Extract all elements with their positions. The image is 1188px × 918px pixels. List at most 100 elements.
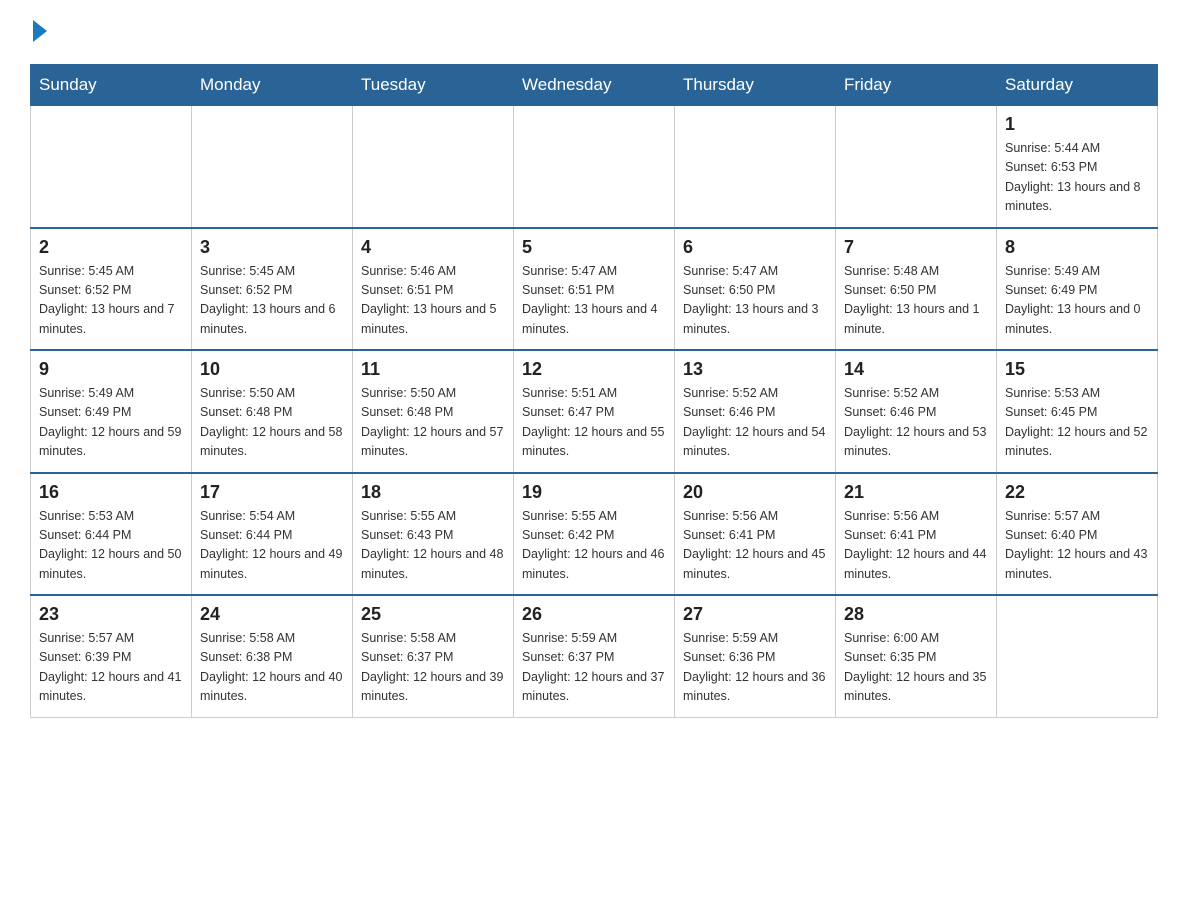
calendar-cell <box>836 106 997 228</box>
day-number: 8 <box>1005 237 1149 258</box>
calendar-week-row-5: 23 Sunrise: 5:57 AMSunset: 6:39 PMDayligh… <box>31 595 1158 717</box>
calendar-cell: 7Sunrise: 5:48 AMSunset: 6:50 PMDaylight… <box>836 228 997 351</box>
calendar-cell: 26 Sunrise: 5:59 AMSunset: 6:37 PMDayligh… <box>514 595 675 717</box>
day-number: 28 <box>844 604 988 625</box>
calendar-cell: 28 Sunrise: 6:00 AMSunset: 6:35 PMDayligh… <box>836 595 997 717</box>
day-info: Sunrise: 5:52 AMSunset: 6:46 PMDaylight:… <box>844 384 988 462</box>
day-info: Sunrise: 5:50 AMSunset: 6:48 PMDaylight:… <box>200 384 344 462</box>
calendar-week-row-4: 16 Sunrise: 5:53 AMSunset: 6:44 PMDayligh… <box>31 473 1158 596</box>
calendar-cell: 4 Sunrise: 5:46 AMSunset: 6:51 PMDaylight… <box>353 228 514 351</box>
day-info: Sunrise: 5:44 AMSunset: 6:53 PMDaylight:… <box>1005 139 1149 217</box>
day-info: Sunrise: 5:45 AMSunset: 6:52 PMDaylight:… <box>39 262 183 340</box>
calendar-cell: 20Sunrise: 5:56 AMSunset: 6:41 PMDayligh… <box>675 473 836 596</box>
day-info: Sunrise: 5:47 AMSunset: 6:51 PMDaylight:… <box>522 262 666 340</box>
day-info: Sunrise: 6:00 AMSunset: 6:35 PMDaylight:… <box>844 629 988 707</box>
page-header <box>30 20 1158 44</box>
calendar-cell: 9 Sunrise: 5:49 AMSunset: 6:49 PMDaylight… <box>31 350 192 473</box>
day-number: 21 <box>844 482 988 503</box>
day-number: 17 <box>200 482 344 503</box>
day-info: Sunrise: 5:53 AMSunset: 6:44 PMDaylight:… <box>39 507 183 585</box>
day-number: 27 <box>683 604 827 625</box>
calendar-cell: 11 Sunrise: 5:50 AMSunset: 6:48 PMDayligh… <box>353 350 514 473</box>
calendar-cell: 17 Sunrise: 5:54 AMSunset: 6:44 PMDayligh… <box>192 473 353 596</box>
day-info: Sunrise: 5:46 AMSunset: 6:51 PMDaylight:… <box>361 262 505 340</box>
calendar-cell: 5 Sunrise: 5:47 AMSunset: 6:51 PMDaylight… <box>514 228 675 351</box>
calendar-cell: 15 Sunrise: 5:53 AMSunset: 6:45 PMDayligh… <box>997 350 1158 473</box>
calendar-week-row-3: 9 Sunrise: 5:49 AMSunset: 6:49 PMDaylight… <box>31 350 1158 473</box>
calendar-cell: 3 Sunrise: 5:45 AMSunset: 6:52 PMDaylight… <box>192 228 353 351</box>
calendar-header-saturday: Saturday <box>997 65 1158 106</box>
day-number: 26 <box>522 604 666 625</box>
calendar-cell: 6 Sunrise: 5:47 AMSunset: 6:50 PMDaylight… <box>675 228 836 351</box>
calendar-week-row-2: 2 Sunrise: 5:45 AMSunset: 6:52 PMDaylight… <box>31 228 1158 351</box>
day-info: Sunrise: 5:48 AMSunset: 6:50 PMDaylight:… <box>844 262 988 340</box>
day-info: Sunrise: 5:54 AMSunset: 6:44 PMDaylight:… <box>200 507 344 585</box>
calendar-cell: 2 Sunrise: 5:45 AMSunset: 6:52 PMDaylight… <box>31 228 192 351</box>
logo-chevron-icon <box>33 20 47 42</box>
day-info: Sunrise: 5:51 AMSunset: 6:47 PMDaylight:… <box>522 384 666 462</box>
day-number: 10 <box>200 359 344 380</box>
day-info: Sunrise: 5:58 AMSunset: 6:37 PMDaylight:… <box>361 629 505 707</box>
day-info: Sunrise: 5:57 AMSunset: 6:40 PMDaylight:… <box>1005 507 1149 585</box>
calendar-header-friday: Friday <box>836 65 997 106</box>
day-number: 18 <box>361 482 505 503</box>
day-info: Sunrise: 5:52 AMSunset: 6:46 PMDaylight:… <box>683 384 827 462</box>
day-info: Sunrise: 5:56 AMSunset: 6:41 PMDaylight:… <box>683 507 827 585</box>
day-number: 24 <box>200 604 344 625</box>
calendar-cell: 1 Sunrise: 5:44 AMSunset: 6:53 PMDaylight… <box>997 106 1158 228</box>
calendar-cell <box>997 595 1158 717</box>
day-info: Sunrise: 5:57 AMSunset: 6:39 PMDaylight:… <box>39 629 183 707</box>
calendar-cell: 23 Sunrise: 5:57 AMSunset: 6:39 PMDayligh… <box>31 595 192 717</box>
calendar-cell: 10 Sunrise: 5:50 AMSunset: 6:48 PMDayligh… <box>192 350 353 473</box>
day-info: Sunrise: 5:53 AMSunset: 6:45 PMDaylight:… <box>1005 384 1149 462</box>
day-number: 13 <box>683 359 827 380</box>
day-number: 9 <box>39 359 183 380</box>
day-info: Sunrise: 5:59 AMSunset: 6:37 PMDaylight:… <box>522 629 666 707</box>
day-number: 23 <box>39 604 183 625</box>
day-number: 3 <box>200 237 344 258</box>
calendar-cell: 24 Sunrise: 5:58 AMSunset: 6:38 PMDayligh… <box>192 595 353 717</box>
calendar-cell: 27 Sunrise: 5:59 AMSunset: 6:36 PMDayligh… <box>675 595 836 717</box>
day-number: 12 <box>522 359 666 380</box>
day-number: 15 <box>1005 359 1149 380</box>
calendar-cell: 18 Sunrise: 5:55 AMSunset: 6:43 PMDayligh… <box>353 473 514 596</box>
calendar-cell: 12 Sunrise: 5:51 AMSunset: 6:47 PMDayligh… <box>514 350 675 473</box>
calendar-cell: 13 Sunrise: 5:52 AMSunset: 6:46 PMDayligh… <box>675 350 836 473</box>
day-number: 16 <box>39 482 183 503</box>
day-number: 2 <box>39 237 183 258</box>
calendar-cell: 22 Sunrise: 5:57 AMSunset: 6:40 PMDayligh… <box>997 473 1158 596</box>
day-info: Sunrise: 5:49 AMSunset: 6:49 PMDaylight:… <box>39 384 183 462</box>
calendar-cell: 21 Sunrise: 5:56 AMSunset: 6:41 PMDayligh… <box>836 473 997 596</box>
calendar-header-monday: Monday <box>192 65 353 106</box>
day-info: Sunrise: 5:59 AMSunset: 6:36 PMDaylight:… <box>683 629 827 707</box>
logo <box>30 20 47 44</box>
calendar-cell <box>675 106 836 228</box>
day-number: 25 <box>361 604 505 625</box>
day-info: Sunrise: 5:45 AMSunset: 6:52 PMDaylight:… <box>200 262 344 340</box>
calendar-cell <box>31 106 192 228</box>
calendar-header-sunday: Sunday <box>31 65 192 106</box>
calendar-header-row: SundayMondayTuesdayWednesdayThursdayFrid… <box>31 65 1158 106</box>
day-number: 19 <box>522 482 666 503</box>
day-info: Sunrise: 5:55 AMSunset: 6:42 PMDaylight:… <box>522 507 666 585</box>
day-info: Sunrise: 5:50 AMSunset: 6:48 PMDaylight:… <box>361 384 505 462</box>
day-info: Sunrise: 5:49 AMSunset: 6:49 PMDaylight:… <box>1005 262 1149 340</box>
day-number: 4 <box>361 237 505 258</box>
calendar-header-thursday: Thursday <box>675 65 836 106</box>
day-number: 5 <box>522 237 666 258</box>
day-info: Sunrise: 5:55 AMSunset: 6:43 PMDaylight:… <box>361 507 505 585</box>
calendar-header-wednesday: Wednesday <box>514 65 675 106</box>
day-number: 14 <box>844 359 988 380</box>
calendar-cell <box>353 106 514 228</box>
calendar-cell: 16 Sunrise: 5:53 AMSunset: 6:44 PMDayligh… <box>31 473 192 596</box>
day-info: Sunrise: 5:56 AMSunset: 6:41 PMDaylight:… <box>844 507 988 585</box>
calendar-week-row-1: 1 Sunrise: 5:44 AMSunset: 6:53 PMDaylight… <box>31 106 1158 228</box>
calendar-cell: 14 Sunrise: 5:52 AMSunset: 6:46 PMDayligh… <box>836 350 997 473</box>
day-number: 1 <box>1005 114 1149 135</box>
day-number: 22 <box>1005 482 1149 503</box>
day-number: 11 <box>361 359 505 380</box>
day-number: 6 <box>683 237 827 258</box>
day-info: Sunrise: 5:58 AMSunset: 6:38 PMDaylight:… <box>200 629 344 707</box>
day-info: Sunrise: 5:47 AMSunset: 6:50 PMDaylight:… <box>683 262 827 340</box>
calendar-table: SundayMondayTuesdayWednesdayThursdayFrid… <box>30 64 1158 718</box>
